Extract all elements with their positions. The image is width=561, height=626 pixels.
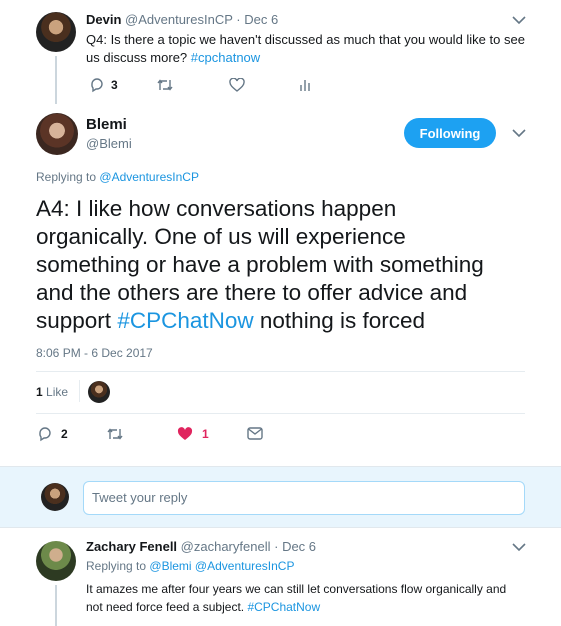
hashtag-link[interactable]: #cpchatnow [191,50,260,65]
hashtag-link[interactable]: #CPChatNow [247,600,320,614]
reply-count: 3 [111,78,118,92]
tweet-timestamp[interactable]: 8:06 PM - 6 Dec 2017 [36,346,153,360]
user-avatar[interactable] [41,483,69,511]
retweet-button[interactable] [156,78,174,92]
separator-dot: · [236,12,241,27]
chevron-down-icon[interactable] [511,127,527,139]
tweet-date[interactable]: Dec 6 [244,12,278,27]
author-name[interactable]: Zachary Fenell [86,539,177,554]
reply-icon [91,78,103,93]
tweet-text: It amazes me after four years we can sti… [86,580,546,616]
thread-line [55,585,57,626]
chevron-down-icon[interactable] [511,541,527,553]
reply-icon [39,427,51,442]
reply-button[interactable]: 2 [37,426,68,442]
envelope-icon [247,427,263,440]
thread-line [55,56,57,104]
replying-to: Replying to @Blemi @AdventuresInCP [86,559,294,573]
heart-filled-icon [177,427,193,440]
tweet-line-prefix: support [36,308,112,333]
avatar-devin[interactable] [36,12,76,52]
tweet-text: Q4: Is there a topic we haven't discusse… [86,31,526,67]
tweet-date[interactable]: Dec 6 [282,539,316,554]
tweet-reply-input[interactable]: Tweet your reply [83,481,525,515]
retweet-icon [157,79,173,91]
tweet-line: organically. One of us will experience [36,224,406,249]
reply-button[interactable]: 3 [89,77,118,93]
tweet-line: something or have a problem with somethi… [36,252,484,277]
likes-count: 1 [36,385,43,399]
tweet-line: A4: I like how conversations happen [36,196,397,221]
divider [36,371,525,372]
divider [36,413,525,414]
separator-dot: · [274,539,279,554]
like-button[interactable]: 1 [177,427,209,441]
tweet-body: Q4: Is there a topic we haven't discusse… [86,32,525,65]
author-name[interactable]: Devin [86,12,121,27]
tweet-line-suffix: nothing is forced [259,308,426,333]
direct-message-button[interactable] [247,427,263,440]
chevron-down-icon[interactable] [511,14,527,26]
hashtag-link[interactable]: #CPChatNow [117,308,253,333]
avatar-blemi[interactable] [36,113,78,155]
following-button[interactable]: Following [404,118,496,148]
retweet-button[interactable] [106,427,124,441]
avatar-zachary[interactable] [36,541,76,581]
likes-summary[interactable]: 1 Like [36,385,68,399]
author-handle[interactable]: @zacharyfenell [181,539,271,554]
replying-handles-link[interactable]: @Blemi @AdventuresInCP [149,559,294,573]
replying-handle-link[interactable]: @AdventuresInCP [99,170,199,184]
liker-divider [79,380,80,402]
reply-placeholder: Tweet your reply [92,490,188,505]
retweet-icon [107,428,123,440]
following-button-label: Following [419,125,481,141]
reply-count: 2 [61,427,68,441]
main-author-handle[interactable]: @Blemi [86,136,132,151]
replying-to: Replying to @AdventuresInCP [36,170,199,184]
like-button[interactable] [229,78,245,92]
tweet-line: It amazes me after four years we can sti… [86,582,507,596]
main-author-name[interactable]: Blemi [86,116,127,133]
likes-label: Like [46,385,69,399]
analytics-button[interactable] [299,78,311,92]
heart-icon [229,78,245,92]
replying-label: Replying to [86,559,147,573]
tweet-line-prefix: not need force feed a subject. [86,600,245,614]
author-handle[interactable]: @AdventuresInCP [125,12,233,27]
analytics-icon [300,80,310,91]
replying-label: Replying to [36,170,97,184]
liker-avatar[interactable] [88,381,110,403]
tweet-line: and the others are there to offer advice… [36,280,468,305]
main-tweet-text: A4: I like how conversations happen orga… [36,195,536,335]
like-count: 1 [202,427,209,441]
